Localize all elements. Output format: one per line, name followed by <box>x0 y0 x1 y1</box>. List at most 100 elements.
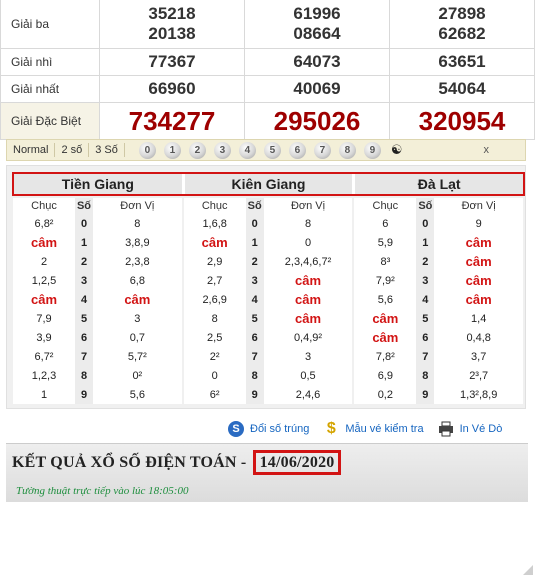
cell-don-vi: câm <box>294 273 322 288</box>
prize-row-dac-biet: Giải Đặc Biệt 734277 295026 320954 <box>0 103 535 140</box>
cell-so: 6 <box>416 328 435 347</box>
cell-don-vi: 8 <box>304 217 312 230</box>
prize-row-giai-nhat: Giải nhất 66960 40069 54064 <box>0 76 535 103</box>
dollar-icon: $ <box>326 420 336 437</box>
filter-normal-button[interactable]: Normal <box>7 143 56 157</box>
cell-chuc: 2,7 <box>207 274 223 287</box>
loto-table: Chục Số Đơn Vị 1,6,8 0 8 câm 1 0 2,9 2 2,3,4,6,7² 2,… <box>183 198 353 404</box>
table-row: 6 0 9 <box>354 214 523 233</box>
cell-don-vi: câm <box>465 235 492 250</box>
digit-button-4[interactable]: 4 <box>238 141 256 159</box>
special-prize-number: 295026 <box>245 103 390 139</box>
digit-button-2[interactable]: 2 <box>188 141 206 159</box>
cell-don-vi: câm <box>465 273 492 288</box>
digit-button-8[interactable]: 8 <box>338 141 356 159</box>
cell-so: 3 <box>416 271 435 290</box>
table-row: 7,9 5 3 <box>13 309 182 328</box>
prize-number: 54064 <box>390 76 535 102</box>
digit-button-7[interactable]: 7 <box>313 141 331 159</box>
header-don-vi: Đơn Vị <box>120 200 155 212</box>
cell-chuc: câm <box>30 292 58 307</box>
digit-button-1[interactable]: 1 <box>163 141 181 159</box>
filter-2-so-button[interactable]: 2 số <box>55 143 90 157</box>
cell-chuc: 0 <box>211 369 218 382</box>
cell-don-vi: câm <box>294 292 322 307</box>
cell-chuc: 8 <box>211 312 218 325</box>
filter-3-so-button[interactable]: 3 Số <box>89 143 125 157</box>
table-row: 8³ 2 câm <box>354 252 523 271</box>
header-chuc: Chục <box>372 200 399 212</box>
in-ve-do-link[interactable]: In Vé Dò <box>438 421 502 437</box>
digit-button-6[interactable]: 6 <box>288 141 306 159</box>
cell-so: 4 <box>75 290 93 309</box>
prize-number: 62682 <box>438 24 486 43</box>
cell-so: 2 <box>75 252 93 271</box>
cell-so: 9 <box>245 385 264 404</box>
cell-don-vi: 0 <box>304 236 312 249</box>
cell-chuc: câm <box>201 235 228 250</box>
cell-chuc: 1 <box>40 388 48 401</box>
cell-chuc: 6,9 <box>377 369 393 382</box>
cell-don-vi: 5,6 <box>129 388 145 401</box>
loto-tables: Chục Số Đơn Vị 6,8² 0 8 câm 1 3,8,9 2 2 2,3,8 1,2,5 3… <box>13 198 524 404</box>
province-name: Đà Lạt <box>417 176 461 192</box>
table-row: 6,9 8 2³,7 <box>354 366 523 385</box>
table-row: 2 2 2,3,8 <box>13 252 182 271</box>
prize-number: 64073 <box>245 49 390 75</box>
close-filter-button[interactable]: x <box>484 144 490 156</box>
cell-so: 5 <box>416 309 435 328</box>
prize-row-giai-nhi: Giải nhì 77367 64073 63651 <box>0 49 535 76</box>
cell-chuc: 1,6,8 <box>202 217 227 230</box>
digit-button-0[interactable]: 0 <box>138 141 156 159</box>
prize-number: 27898 <box>438 4 486 23</box>
prize-row-giai-ba: Giải ba 35218 20138 61996 08664 27898 62… <box>0 0 535 49</box>
mau-ve-kiem-tra-link[interactable]: $ Mẫu vé kiểm tra <box>323 420 424 437</box>
table-row: 5,9 1 câm <box>354 233 523 252</box>
header-so: Số <box>75 198 93 214</box>
header-chuc: Chục <box>201 200 228 212</box>
table-row: 7,9² 3 câm <box>354 271 523 290</box>
cell-don-vi: 8 <box>134 217 141 230</box>
prize-number: 40069 <box>245 76 390 102</box>
cell-so: 9 <box>416 385 435 404</box>
cell-don-vi: 2,3,8 <box>125 255 150 268</box>
table-row: 3,9 6 0,7 <box>13 328 182 347</box>
resize-handle-icon[interactable] <box>523 565 533 575</box>
digit-button-5[interactable]: 5 <box>263 141 281 159</box>
cell-don-vi: 5,7² <box>127 350 147 363</box>
table-row: 6,7² 7 5,7² <box>13 347 182 366</box>
province-name: Kiên Giang <box>185 174 356 194</box>
prize-number: 20138 <box>148 24 196 43</box>
yin-yang-icon[interactable]: ☯ <box>391 142 403 159</box>
prize-number: 63651 <box>390 49 535 75</box>
table-row: 1,6,8 0 8 <box>184 214 353 233</box>
cell-so: 7 <box>245 347 264 366</box>
cell-don-vi: câm <box>294 311 322 326</box>
table-row: 1,2,3 8 0² <box>13 366 182 385</box>
cell-so: 7 <box>416 347 435 366</box>
cell-so: 1 <box>75 233 93 252</box>
cell-chuc: 2 <box>40 255 48 268</box>
cell-don-vi: 1,4 <box>471 312 487 325</box>
cell-so: 7 <box>75 347 93 366</box>
cell-don-vi: 9 <box>475 217 482 230</box>
cell-so: 6 <box>75 328 93 347</box>
cell-chuc: 2² <box>209 350 220 363</box>
cell-chuc: 7,8² <box>375 350 395 363</box>
cell-so: 5 <box>75 309 93 328</box>
digit-button-3[interactable]: 3 <box>213 141 231 159</box>
table-row: câm 1 0 <box>184 233 353 252</box>
cell-don-vi: câm <box>465 292 492 307</box>
cell-so: 2 <box>416 252 435 271</box>
prize-label: Giải nhì <box>0 49 100 75</box>
cell-chuc: 2,6,9 <box>202 293 227 306</box>
prize-label: Giải Đặc Biệt <box>0 103 100 139</box>
special-prize-number: 734277 <box>100 103 245 139</box>
cell-so: 1 <box>416 233 435 252</box>
doi-so-trung-link[interactable]: S Đổi số trúng <box>228 421 309 437</box>
prize-label: Giải nhất <box>0 76 100 102</box>
digit-button-9[interactable]: 9 <box>363 141 381 159</box>
cell-chuc: 6 <box>382 217 389 230</box>
cell-chuc: 6,7² <box>34 350 54 363</box>
cell-so: 8 <box>416 366 435 385</box>
